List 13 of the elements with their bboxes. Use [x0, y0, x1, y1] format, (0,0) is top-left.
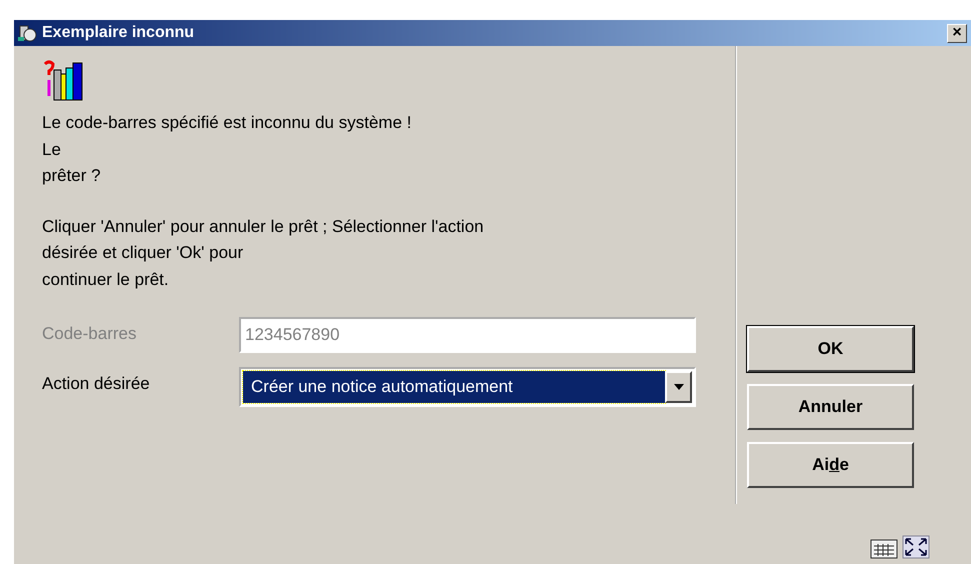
message-text: Le code-barres spécifié est inconnu du système ! Le prêter ? — [42, 112, 412, 187]
dropdown-arrow-icon[interactable] — [674, 384, 684, 390]
window-title: Exemplaire inconnu — [42, 23, 194, 43]
dialog-button[interactable]: OK — [747, 326, 914, 372]
dialog-button[interactable]: Annuler — [747, 384, 914, 430]
app-icon — [18, 23, 38, 43]
field-label: Action désirée — [42, 373, 151, 395]
expand-icon — [901, 534, 931, 560]
close-button[interactable]: × — [947, 24, 967, 42]
dialog-button[interactable]: Aide — [747, 442, 914, 488]
field-label: Code-barres — [42, 323, 138, 345]
instruction-text: Cliquer 'Annuler' pour annuler le prêt ; Sélectionner l'action désirée et cliquer 'Ok' pour continuer le prêt. — [42, 216, 485, 290]
action-dropdown[interactable]: Créer une notice automatiquement — [239, 367, 696, 407]
